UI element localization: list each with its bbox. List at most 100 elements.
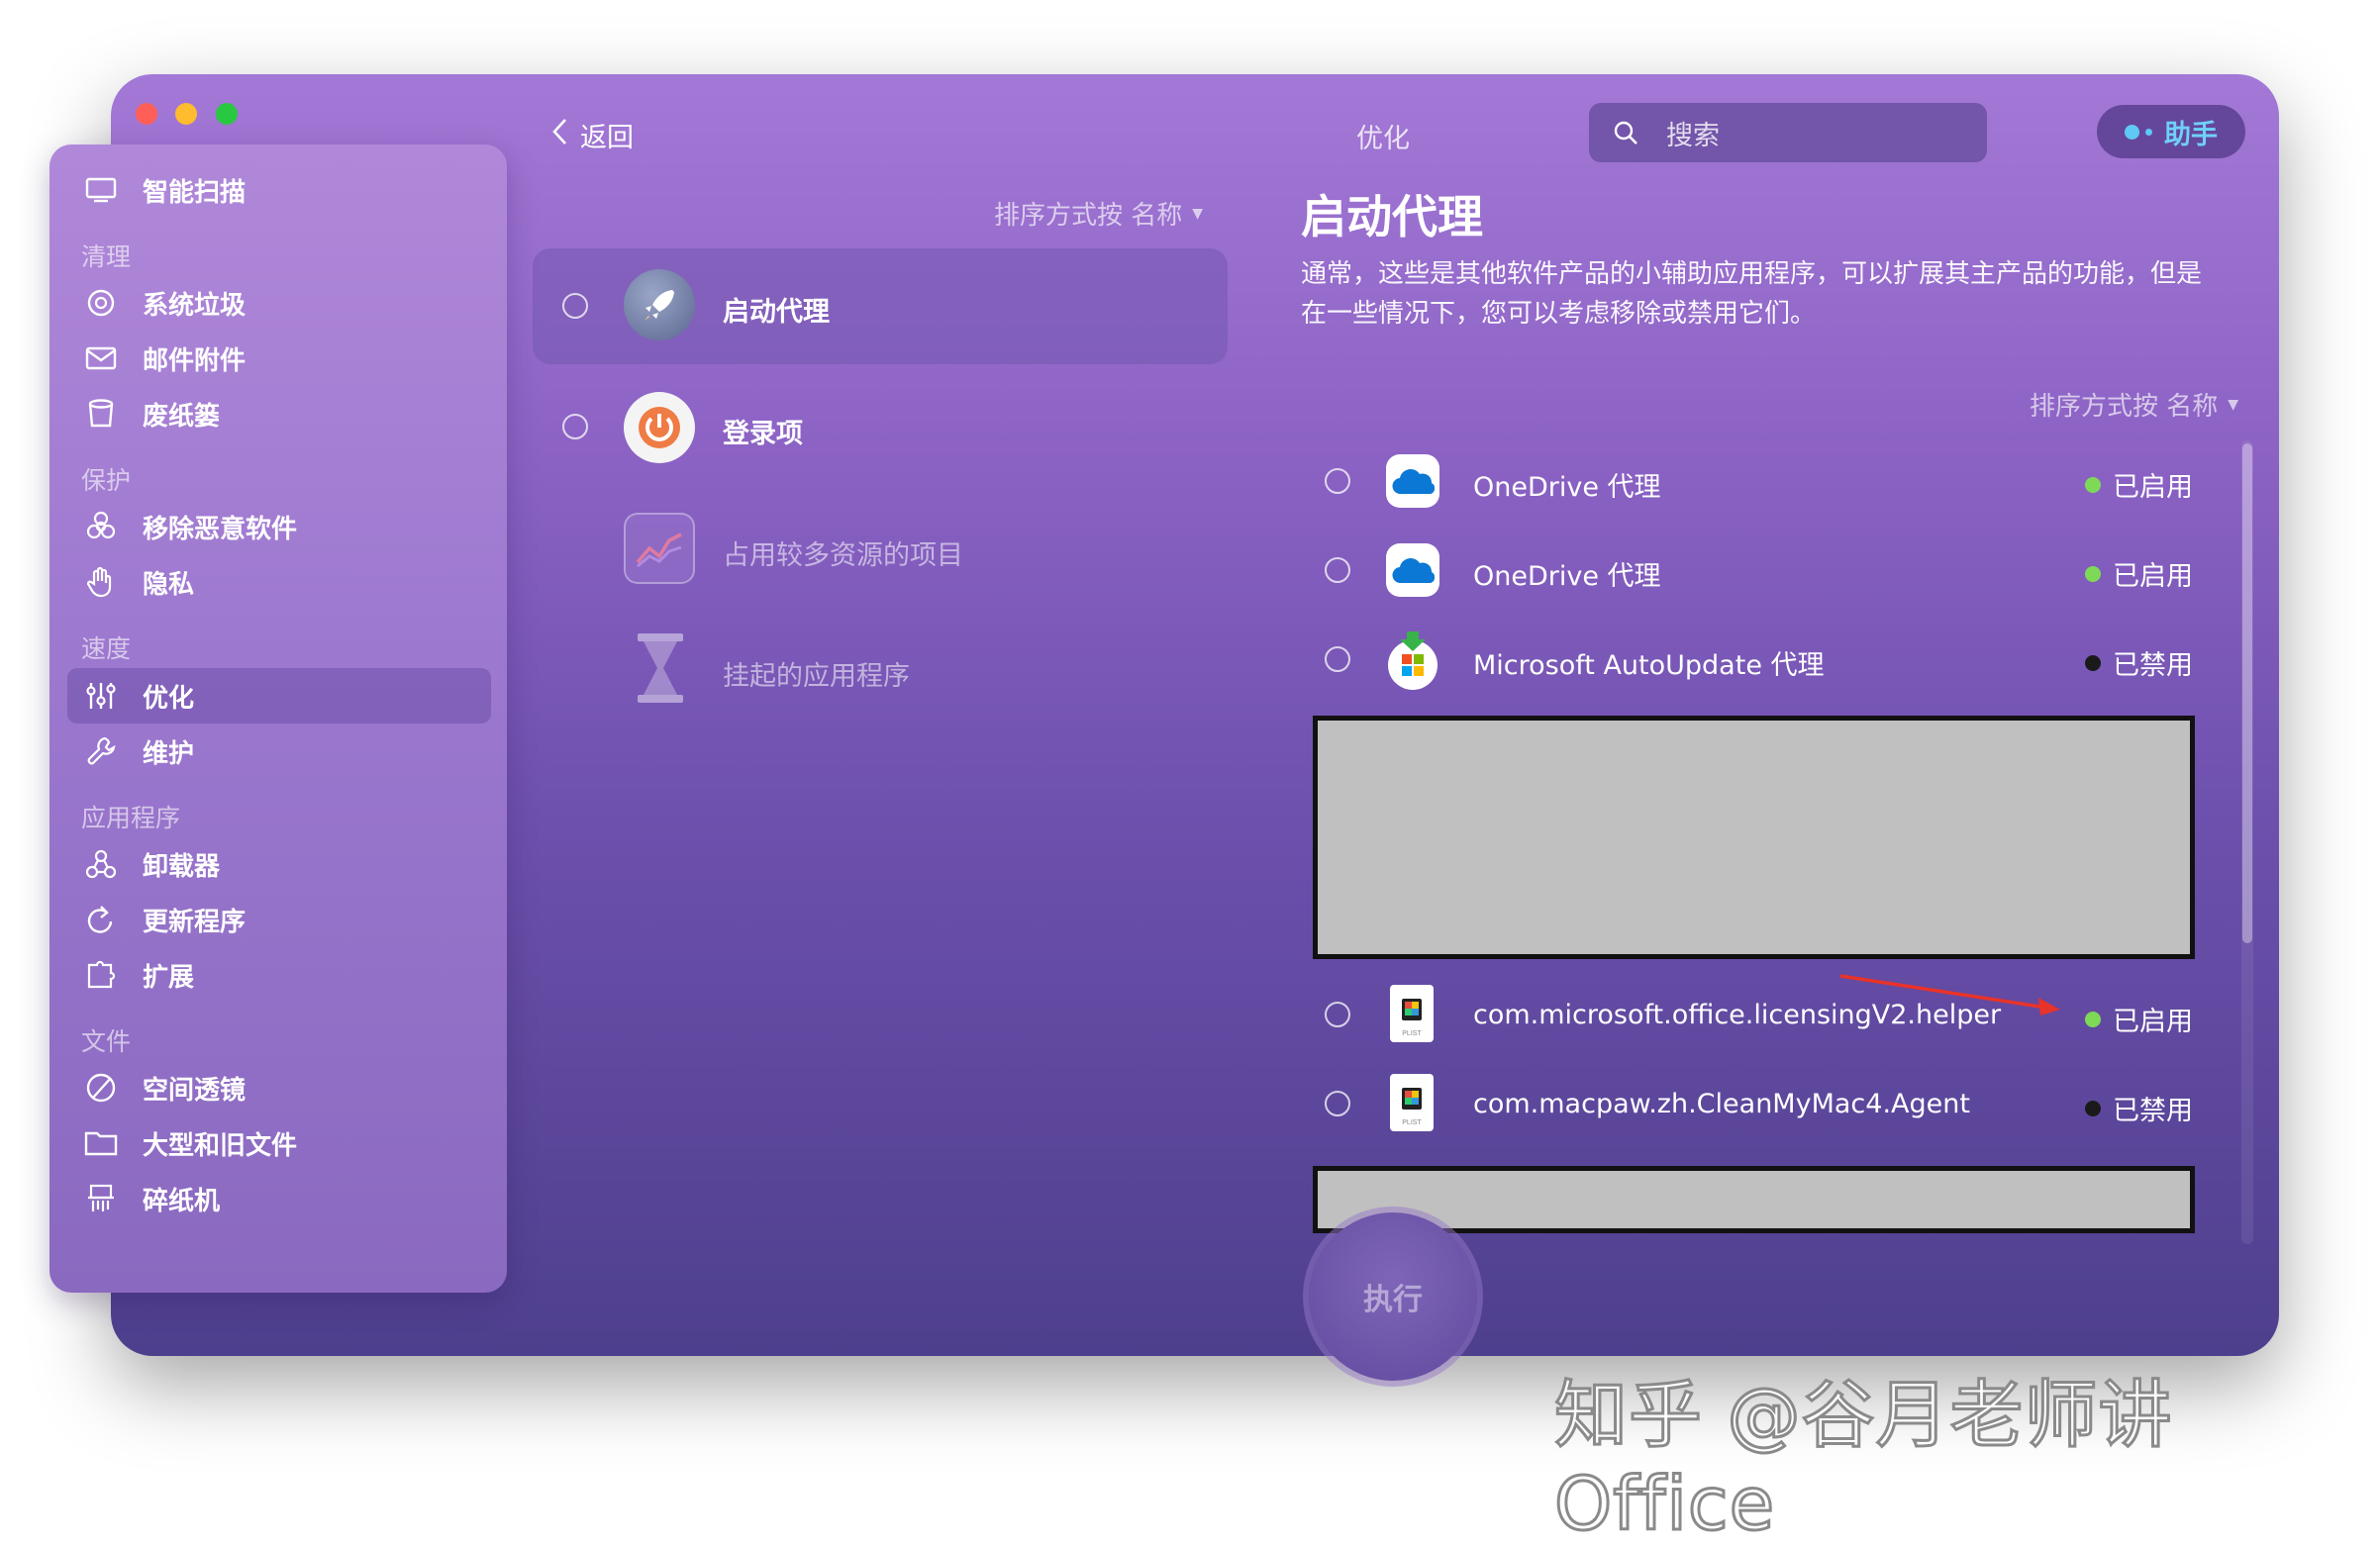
category-hung-applications[interactable]: 挂起的应用程序 <box>723 654 910 693</box>
item-name: com.microsoft.office.licensingV2.helper <box>1473 1000 2002 1030</box>
sliders-icon <box>81 676 121 716</box>
sidebar-item-large-old-files[interactable]: 大型和旧文件 <box>81 1121 297 1165</box>
section-header-protect: 保护 <box>81 466 132 495</box>
item-name: com.macpaw.zh.CleanMyMac4.Agent <box>1473 1089 1970 1119</box>
description-line: 通常，这些是其他软件产品的小辅助应用程序，可以扩展其主产品的功能，但是 <box>1301 259 2203 289</box>
uninstaller-icon <box>81 844 121 884</box>
onedrive-icon <box>1386 543 1439 597</box>
sidebar-item-label: 智能扫描 <box>143 177 247 208</box>
back-label: 返回 <box>580 122 634 153</box>
item-checkbox[interactable] <box>1325 557 1350 583</box>
window-title: 优化 <box>1356 124 1410 154</box>
sidebar-item-system-junk[interactable]: 系统垃圾 <box>81 281 246 325</box>
status-dot-disabled <box>2085 1100 2101 1116</box>
sort-label: 排序方式按 名称 <box>2030 392 2219 422</box>
category-checkbox[interactable] <box>562 293 588 319</box>
item-checkbox[interactable] <box>1325 646 1350 672</box>
detail-title: 启动代理 <box>1301 190 1483 243</box>
trash-icon <box>81 394 121 434</box>
section-header-speed: 速度 <box>81 634 132 663</box>
status-label: 已启用 <box>2113 472 2193 503</box>
search-field[interactable]: 搜索 <box>1589 103 1987 162</box>
back-button[interactable]: 返回 <box>550 115 634 154</box>
sidebar-item-optimization[interactable]: 优化 <box>81 674 194 718</box>
sidebar-item-shredder[interactable]: 碎纸机 <box>81 1177 220 1220</box>
sidebar-item-extensions[interactable]: 扩展 <box>81 953 194 997</box>
section-header-files: 文件 <box>81 1027 132 1056</box>
caret-down-icon: ▼ <box>1192 205 1204 222</box>
status-dot-enabled <box>2085 1011 2101 1027</box>
sidebar-item-maintenance[interactable]: 维护 <box>81 729 194 773</box>
file-badge: PLIST <box>1402 1030 1422 1037</box>
sidebar-item-smart-scan[interactable]: 智能扫描 <box>81 168 246 212</box>
item-status: 已禁用 <box>2085 643 2193 682</box>
zoom-window-button[interactable] <box>216 103 238 125</box>
plist-file-icon: PLIST <box>1390 985 1434 1042</box>
sidebar-item-uninstaller[interactable]: 卸载器 <box>81 842 220 886</box>
section-header-apps: 应用程序 <box>81 804 181 832</box>
category-heavy-consumers[interactable]: 占用较多资源的项目 <box>723 533 963 572</box>
sidebar-item-label: 大型和旧文件 <box>143 1130 298 1161</box>
sidebar-item-privacy[interactable]: 隐私 <box>81 560 194 604</box>
assistant-label: 助手 <box>2164 119 2218 150</box>
hourglass-icon <box>634 631 687 705</box>
space-lens-icon <box>81 1068 121 1108</box>
sidebar-item-label: 空间透镜 <box>143 1075 247 1106</box>
item-checkbox[interactable] <box>1325 1002 1350 1027</box>
scrollbar-thumb[interactable] <box>2242 443 2252 943</box>
status-label: 已禁用 <box>2113 1096 2193 1126</box>
mail-icon <box>81 338 121 378</box>
microsoft-autoupdate-icon <box>1386 629 1439 691</box>
middle-sort-menu[interactable]: 排序方式按 名称 ▼ <box>994 195 1203 232</box>
sidebar-item-trash[interactable]: 废纸篓 <box>81 392 220 435</box>
minimize-window-button[interactable] <box>175 103 197 125</box>
sidebar-item-label: 邮件附件 <box>143 345 247 376</box>
power-icon <box>624 392 695 463</box>
status-dot-enabled <box>2085 565 2101 582</box>
item-checkbox[interactable] <box>1325 468 1350 494</box>
resource-graph-icon <box>624 513 695 584</box>
assistant-button[interactable]: 助手 <box>2097 105 2245 158</box>
assistant-dots-icon <box>2125 124 2152 140</box>
sidebar-item-space-lens[interactable]: 空间透镜 <box>81 1066 246 1110</box>
item-name: OneDrive 代理 <box>1473 561 1661 592</box>
extension-puzzle-icon <box>81 955 121 995</box>
sidebar-item-label: 优化 <box>143 683 195 714</box>
sidebar-item-label: 更新程序 <box>143 907 247 937</box>
updater-icon <box>81 900 121 939</box>
sidebar-item-malware-removal[interactable]: 移除恶意软件 <box>81 505 297 548</box>
hand-icon <box>81 562 121 602</box>
run-button-label: 执行 <box>1363 1283 1423 1317</box>
run-button[interactable]: 执行 <box>1309 1212 1477 1381</box>
sidebar-item-mail-attachments[interactable]: 邮件附件 <box>81 337 246 380</box>
category-login-items[interactable]: 登录项 <box>723 412 803 450</box>
status-label: 已启用 <box>2113 561 2193 592</box>
sidebar-item-label: 维护 <box>143 738 195 769</box>
search-placeholder: 搜索 <box>1666 120 1720 151</box>
sidebar-item-label: 系统垃圾 <box>143 290 247 321</box>
item-name: OneDrive 代理 <box>1473 472 1661 503</box>
item-checkbox[interactable] <box>1325 1091 1350 1116</box>
item-status: 已禁用 <box>2085 1089 2193 1127</box>
plist-file-icon: PLIST <box>1390 1074 1434 1131</box>
redacted-block <box>1313 1166 2195 1233</box>
item-status: 已启用 <box>2085 1000 2193 1038</box>
biohazard-icon <box>81 507 121 546</box>
status-dot-enabled <box>2085 476 2101 493</box>
close-window-button[interactable] <box>136 103 157 125</box>
item-status: 已启用 <box>2085 554 2193 593</box>
detail-sort-menu[interactable]: 排序方式按 名称 ▼ <box>2030 386 2238 423</box>
redacted-block <box>1313 716 2195 959</box>
caret-down-icon: ▼ <box>2228 396 2239 413</box>
status-dot-disabled <box>2085 654 2101 671</box>
sidebar-item-updater[interactable]: 更新程序 <box>81 898 246 941</box>
category-launch-agents[interactable]: 启动代理 <box>723 290 830 329</box>
category-checkbox[interactable] <box>562 414 588 439</box>
chevron-left-icon <box>550 117 568 153</box>
item-status: 已启用 <box>2085 465 2193 504</box>
sort-label: 排序方式按 名称 <box>994 201 1183 231</box>
sidebar-item-label: 移除恶意软件 <box>143 514 298 544</box>
section-header-clean: 清理 <box>81 242 132 271</box>
sidebar-item-label: 隐私 <box>143 569 195 600</box>
shredder-icon <box>81 1179 121 1218</box>
